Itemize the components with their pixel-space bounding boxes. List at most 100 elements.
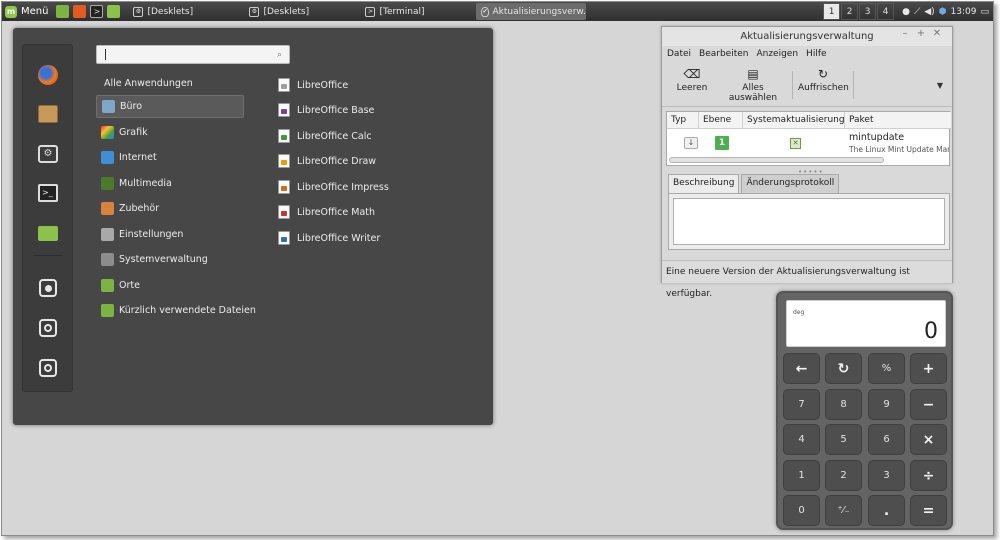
divide-key[interactable]: ÷ [910, 460, 947, 491]
app-libreoffice-math[interactable]: LibreOffice Math [278, 202, 375, 222]
key-2[interactable]: 2 [825, 460, 862, 491]
logout-favorite[interactable] [36, 316, 60, 340]
files-launcher-icon[interactable] [107, 5, 121, 18]
category-zubehoer[interactable]: Zubehör [96, 197, 244, 220]
clear-button[interactable]: ⌫ Leeren [674, 66, 710, 104]
libreoffice-writer-icon [278, 231, 290, 245]
plus-key[interactable]: + [910, 353, 947, 384]
status-bar: Eine neuere Version der Aktualisierungsv… [662, 260, 952, 299]
category-grafik[interactable]: Grafik [96, 121, 244, 144]
description-text-area[interactable] [673, 198, 945, 245]
backspace-key[interactable]: ← [783, 353, 820, 384]
equals-key[interactable]: = [910, 495, 947, 526]
maximize-icon[interactable]: + [913, 28, 929, 39]
key-8[interactable]: 8 [825, 389, 862, 420]
show-desktop-icon[interactable] [56, 5, 70, 18]
calculator-display: deg 0 [786, 300, 946, 347]
menu-hilfe[interactable]: Hilfe [806, 46, 826, 62]
internet-icon [101, 151, 114, 164]
key-7[interactable]: 7 [783, 389, 820, 420]
category-multimedia[interactable]: Multimedia [96, 172, 244, 195]
workspace-2[interactable]: 2 [841, 3, 859, 20]
category-orte[interactable]: Orte [96, 274, 244, 297]
shutdown-favorite[interactable] [36, 356, 60, 380]
display-value: 0 [924, 319, 938, 344]
menu-button[interactable]: m Menü [2, 2, 54, 21]
files-favorite[interactable] [36, 221, 60, 245]
terminal-favorite[interactable]: >_ [36, 181, 60, 205]
favorites-bar: ⚙ >_ [22, 44, 73, 392]
clock[interactable]: 13:09 [951, 7, 977, 17]
task-update-manager[interactable]: ✔ Aktualisierungsverw... [476, 3, 587, 20]
column-ebene[interactable]: Ebene [699, 112, 743, 129]
menu-search-input[interactable]: ⌕ [96, 45, 290, 64]
system-update-checkbox[interactable]: ✕ [790, 138, 801, 149]
tab-beschreibung[interactable]: Beschreibung [668, 174, 740, 193]
multiply-key[interactable]: × [910, 424, 947, 455]
key-9[interactable]: 9 [868, 389, 905, 420]
menu-anzeigen[interactable]: Anzeigen [756, 46, 798, 62]
category-systemverwaltung[interactable]: Systemverwaltung [96, 248, 244, 271]
column-systemaktualisierung[interactable]: Systemaktualisierung [743, 112, 845, 129]
category-buero[interactable]: Büro [96, 95, 244, 118]
category-einstellungen[interactable]: Einstellungen [96, 223, 244, 246]
key-3[interactable]: 3 [868, 460, 905, 491]
shield-icon: ✔ [481, 6, 489, 17]
app-libreoffice-draw[interactable]: LibreOffice Draw [278, 151, 376, 171]
app-libreoffice[interactable]: LibreOffice [278, 75, 348, 95]
volume-icon[interactable]: ◀) [924, 7, 934, 17]
key-0[interactable]: 0 [783, 495, 820, 526]
key-1[interactable]: 1 [783, 460, 820, 491]
software-manager-favorite[interactable] [36, 102, 60, 126]
select-all-button[interactable]: ▤ Alles auswählen [718, 66, 788, 104]
task-desklets-2[interactable]: ⚙ [Desklets] [244, 3, 360, 20]
firefox-favorite[interactable] [36, 63, 60, 87]
table-row[interactable]: ↓ 1 ✕ mintupdate The Linux Mint Update M… [667, 130, 949, 158]
package-name: mintupdate [849, 132, 905, 143]
libreoffice-icon [278, 78, 290, 92]
libreoffice-draw-icon [278, 154, 290, 168]
terminal-launcher-icon[interactable]: > [90, 5, 104, 18]
workspace-4[interactable]: 4 [877, 3, 895, 20]
minimize-icon[interactable]: – [897, 28, 913, 39]
task-desklets-1[interactable]: ⚙ [Desklets] [128, 3, 244, 20]
sign-toggle-key[interactable]: ⁺⁄₋ [825, 495, 862, 526]
task-terminal[interactable]: > [Terminal] [360, 3, 476, 20]
user-icon[interactable]: ● [902, 7, 910, 17]
firefox-launcher-icon[interactable] [73, 5, 87, 18]
app-label: LibreOffice Math [297, 206, 376, 218]
workspace-1[interactable]: 1 [823, 3, 841, 20]
workspace-3[interactable]: 3 [859, 3, 877, 20]
app-label: LibreOffice [297, 79, 349, 91]
horizontal-scrollbar[interactable] [669, 157, 884, 163]
minus-key[interactable]: − [910, 389, 947, 420]
refresh-button[interactable]: ↻ Auffrischen [798, 66, 849, 104]
reset-key[interactable]: ↻ [825, 353, 862, 384]
app-libreoffice-writer[interactable]: LibreOffice Writer [278, 228, 380, 248]
app-libreoffice-calc[interactable]: LibreOffice Calc [278, 126, 372, 146]
category-label: Einstellungen [119, 229, 184, 240]
tab-aenderungsprotokoll[interactable]: Änderungsprotokoll [741, 174, 840, 193]
toolbar-overflow-icon[interactable]: ▼ [937, 81, 943, 90]
column-typ[interactable]: Typ [667, 112, 699, 129]
lock-screen-favorite[interactable] [36, 276, 60, 300]
decimal-key[interactable]: . [868, 495, 905, 526]
system-settings-favorite[interactable]: ⚙ [36, 142, 60, 166]
category-internet[interactable]: Internet [96, 146, 244, 169]
menu-bearbeiten[interactable]: Bearbeiten [699, 46, 748, 62]
key-6[interactable]: 6 [868, 424, 905, 455]
settings-app-icon: ⚙ [249, 6, 260, 17]
percent-key[interactable]: % [868, 353, 905, 384]
key-5[interactable]: 5 [825, 424, 862, 455]
key-4[interactable]: 4 [783, 424, 820, 455]
update-shield-icon[interactable]: ⬢ [939, 7, 947, 17]
all-applications[interactable]: Alle Anwendungen [104, 78, 193, 89]
network-icon[interactable]: ⟋ [914, 7, 920, 17]
close-icon[interactable]: ✕ [929, 28, 945, 39]
category-recent-files[interactable]: Kürzlich verwendete Dateien [96, 299, 266, 322]
app-libreoffice-base[interactable]: LibreOffice Base [278, 100, 374, 120]
menu-datei[interactable]: Datei [667, 46, 691, 62]
app-libreoffice-impress[interactable]: LibreOffice Impress [278, 177, 389, 197]
column-paket[interactable]: Paket [845, 112, 951, 129]
window-list-icon[interactable]: ▭ [980, 7, 989, 17]
